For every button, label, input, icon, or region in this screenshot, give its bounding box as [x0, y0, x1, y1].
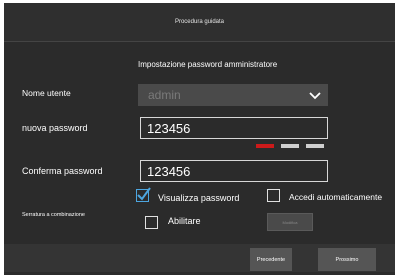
chevron-down-icon — [309, 92, 321, 100]
next-button[interactable]: Prossimo — [318, 248, 376, 271]
section-heading: Impostazione password amministratore — [138, 60, 278, 69]
username-label: Nome utente — [22, 88, 71, 98]
username-select[interactable]: admin — [138, 84, 328, 106]
auto-login-checkbox[interactable] — [267, 189, 280, 202]
combination-lock-label: Serratura a combinazione — [22, 212, 85, 218]
confirm-password-field[interactable]: 123456 — [140, 160, 328, 182]
enable-combination-checkbox[interactable] — [145, 216, 158, 229]
enable-combination-label: Abilitare — [168, 216, 201, 226]
password-strength-bar-2 — [281, 144, 299, 148]
new-password-field[interactable]: 123456 — [140, 117, 328, 139]
username-value: admin — [148, 88, 181, 102]
new-password-label: nuova password — [22, 123, 88, 133]
show-password-checkbox[interactable] — [136, 187, 151, 202]
wizard-dialog: Procedura guidata — [4, 3, 395, 275]
confirm-password-label: Conferma password — [22, 166, 103, 176]
password-strength-bar-1 — [256, 144, 274, 148]
checkmark-icon — [137, 187, 151, 201]
previous-button[interactable]: Precedente — [250, 248, 292, 271]
auto-login-label: Accedi automaticamente — [289, 192, 383, 202]
title-bar: Procedura guidata — [4, 3, 395, 42]
show-password-label: Visualizza password — [158, 193, 240, 203]
modify-combination-button[interactable]: Modifica — [267, 213, 313, 231]
password-strength-bar-3 — [306, 144, 324, 148]
dialog-title: Procedura guidata — [174, 19, 225, 25]
